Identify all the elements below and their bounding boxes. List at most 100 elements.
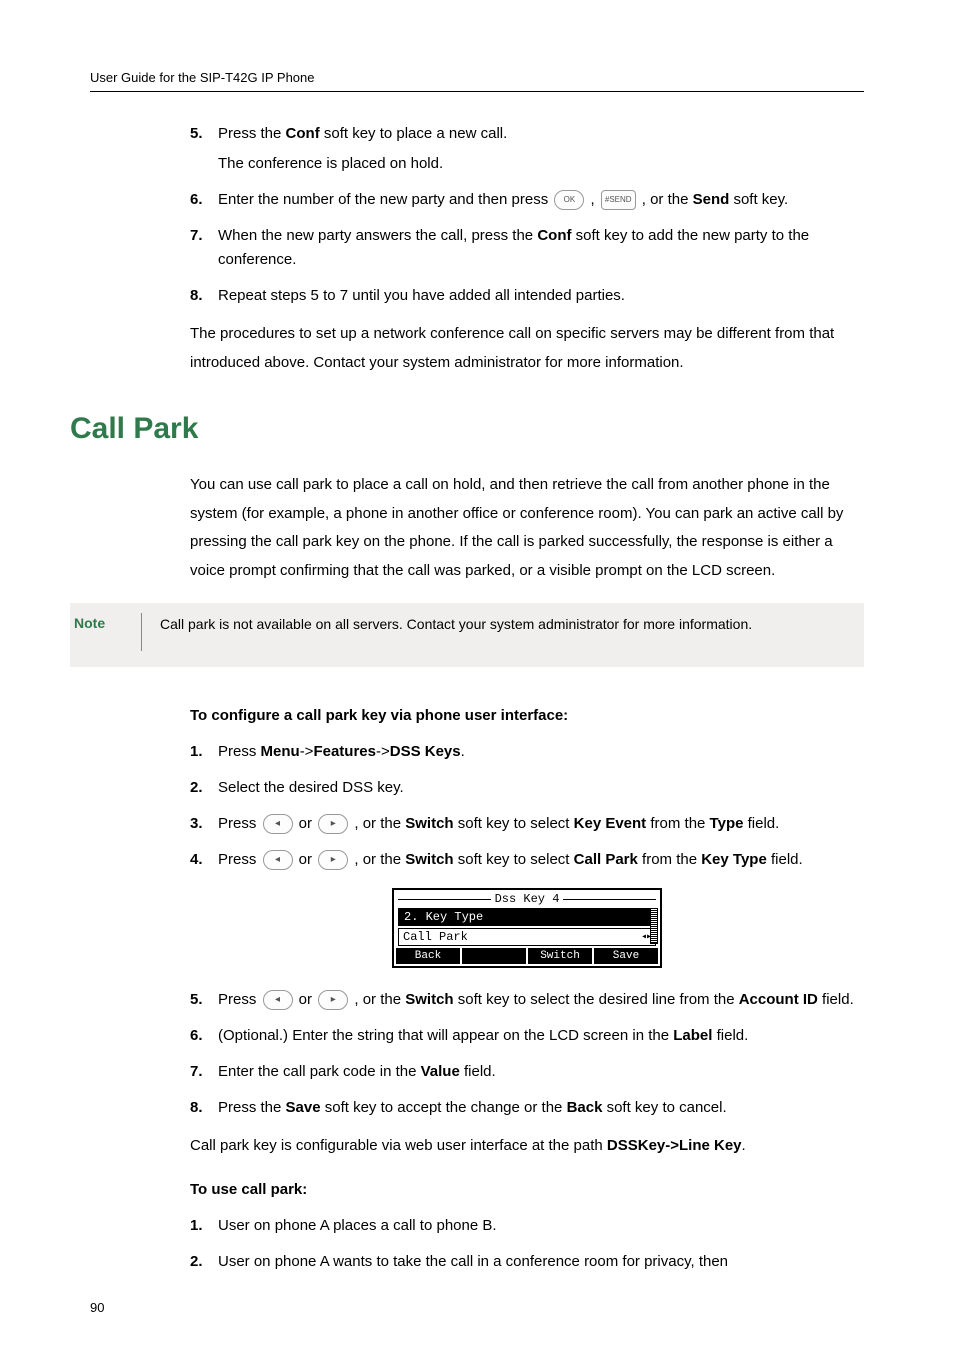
text: Enter the call park code in the <box>218 1063 421 1080</box>
left-arrow-glyph: ◂ <box>275 855 280 865</box>
right-arrow-glyph: ▸ <box>331 855 336 865</box>
type-field: Type <box>710 815 744 832</box>
key-event: Key Event <box>574 815 647 832</box>
step-body: Select the desired DSS key. <box>218 776 864 800</box>
features: Features <box>313 743 376 760</box>
text: field. <box>767 851 803 868</box>
conf-key: Conf <box>537 227 571 244</box>
text: soft key to cancel. <box>602 1099 726 1116</box>
use-step-1: 1. User on phone A places a call to phon… <box>190 1214 864 1238</box>
conf-key: Conf <box>286 125 320 142</box>
step-6: 6. Enter the number of the new party and… <box>190 188 864 212</box>
call-park-intro: You can use call park to place a call on… <box>190 471 864 585</box>
lcd-softkey-empty <box>462 948 528 964</box>
ok-key-icon: OK <box>554 190 584 210</box>
text: Press <box>218 815 261 832</box>
cfg-step-2: 2. Select the desired DSS key. <box>190 776 864 800</box>
page-number: 90 <box>90 1300 104 1315</box>
back-key: Back <box>567 1099 603 1116</box>
text: , or the <box>638 191 693 208</box>
switch-key: Switch <box>405 815 453 832</box>
text: , or the <box>350 991 405 1008</box>
cfg-step-6: 6. (Optional.) Enter the string that wil… <box>190 1024 864 1048</box>
lcd-screen: Dss Key 4 2. Key Type Call Park ◂▸ Back … <box>392 888 662 968</box>
text: Press <box>218 991 261 1008</box>
step-7: 7. When the new party answers the call, … <box>190 224 864 272</box>
note-body: Call park is not available on all server… <box>160 613 852 635</box>
lcd-field-value: Call Park <box>403 930 468 944</box>
right-key-icon: ▸ <box>318 990 348 1010</box>
text: Press <box>218 743 261 760</box>
text: soft key. <box>729 191 788 208</box>
text: field. <box>743 815 779 832</box>
text: soft key to select <box>454 815 574 832</box>
network-conf-note: The procedures to set up a network confe… <box>190 320 864 377</box>
lcd-softkey-save: Save <box>594 948 658 964</box>
key-type-field: Key Type <box>701 851 767 868</box>
text: soft key to select <box>454 851 574 868</box>
cfg-step-8: 8. Press the Save soft key to accept the… <box>190 1096 864 1120</box>
text: field. <box>818 991 854 1008</box>
left-arrow-glyph: ◂ <box>275 819 280 829</box>
cfg-step-5: 5. Press ◂ or ▸ , or the Switch soft key… <box>190 988 864 1012</box>
step-number: 7. <box>190 1060 218 1084</box>
web-path-para: Call park key is configurable via web us… <box>190 1132 864 1161</box>
step-number: 5. <box>190 122 218 176</box>
step-number: 2. <box>190 776 218 800</box>
call-park-heading: Call Park <box>70 412 864 446</box>
use-call-park-title: To use call park: <box>190 1181 864 1198</box>
cfg-step-7: 7. Enter the call park code in the Value… <box>190 1060 864 1084</box>
lcd-softkey-row: Back Switch Save <box>396 948 658 964</box>
configure-title: To configure a call park key via phone u… <box>190 707 864 724</box>
call-park-para: You can use call park to place a call on… <box>190 471 864 585</box>
step-number: 6. <box>190 188 218 212</box>
lcd-softkey-switch: Switch <box>528 948 594 964</box>
step-body: Press the Save soft key to accept the ch… <box>218 1096 864 1120</box>
text: Press the <box>218 1099 286 1116</box>
text: When the new party answers the call, pre… <box>218 227 537 244</box>
text: from the <box>638 851 701 868</box>
arrow: -> <box>300 743 314 760</box>
cfg-step-1: 1. Press Menu->Features->DSS Keys. <box>190 740 864 764</box>
note-block: Note Call park is not available on all s… <box>70 603 864 667</box>
lcd-title-line <box>398 899 491 900</box>
step-body: When the new party answers the call, pre… <box>218 224 864 272</box>
text: field. <box>712 1027 748 1044</box>
text: (Optional.) Enter the string that will a… <box>218 1027 673 1044</box>
text: or <box>295 815 317 832</box>
document-page: User Guide for the SIP-T42G IP Phone 5. … <box>0 0 954 1350</box>
switch-key: Switch <box>405 851 453 868</box>
step-number: 8. <box>190 1096 218 1120</box>
right-key-icon: ▸ <box>318 850 348 870</box>
lcd-title-line <box>563 899 656 900</box>
step-body: User on phone A places a call to phone B… <box>218 1214 864 1238</box>
account-id-field: Account ID <box>739 991 818 1008</box>
text: from the <box>646 815 709 832</box>
note-label: Note <box>70 613 142 651</box>
text: . <box>742 1137 746 1154</box>
step-body: Press the Conf soft key to place a new c… <box>218 122 864 176</box>
left-key-icon: ◂ <box>263 814 293 834</box>
step-body: Repeat steps 5 to 7 until you have added… <box>218 284 864 308</box>
left-arrow-glyph: ◂ <box>275 995 280 1005</box>
text: or <box>295 991 317 1008</box>
send-key: Send <box>693 191 730 208</box>
text: soft key to select the desired line from… <box>454 991 739 1008</box>
text: Call park key is configurable via web us… <box>190 1137 607 1154</box>
step-body: Enter the call park code in the Value fi… <box>218 1060 864 1084</box>
arrow: -> <box>376 743 390 760</box>
cfg-step-3: 3. Press ◂ or ▸ , or the Switch soft key… <box>190 812 864 836</box>
text: Press <box>218 851 261 868</box>
header-title: User Guide for the SIP-T42G IP Phone <box>90 70 315 85</box>
network-conf-steps: 5. Press the Conf soft key to place a ne… <box>190 122 864 377</box>
lcd-title: Dss Key 4 <box>491 892 564 906</box>
text: . <box>461 743 465 760</box>
left-key-icon: ◂ <box>263 850 293 870</box>
call-park-value: Call Park <box>574 851 638 868</box>
lcd-field-value-row: Call Park ◂▸ <box>398 928 656 946</box>
step-body: (Optional.) Enter the string that will a… <box>218 1024 864 1048</box>
lcd-title-row: Dss Key 4 <box>394 890 660 908</box>
page-header: User Guide for the SIP-T42G IP Phone <box>90 70 864 92</box>
left-key-icon: ◂ <box>263 990 293 1010</box>
step-body: User on phone A wants to take the call i… <box>218 1250 864 1274</box>
